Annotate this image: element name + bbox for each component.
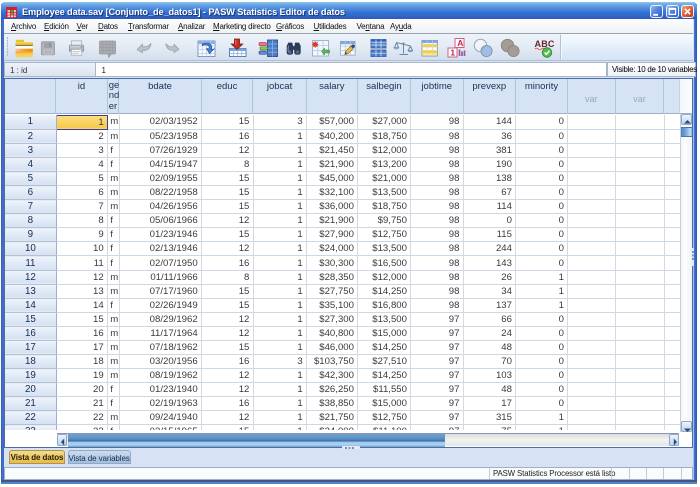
svg-text:A: A bbox=[457, 38, 463, 48]
svg-text:1: 1 bbox=[450, 48, 455, 58]
svg-text:ABC: ABC bbox=[535, 39, 555, 49]
